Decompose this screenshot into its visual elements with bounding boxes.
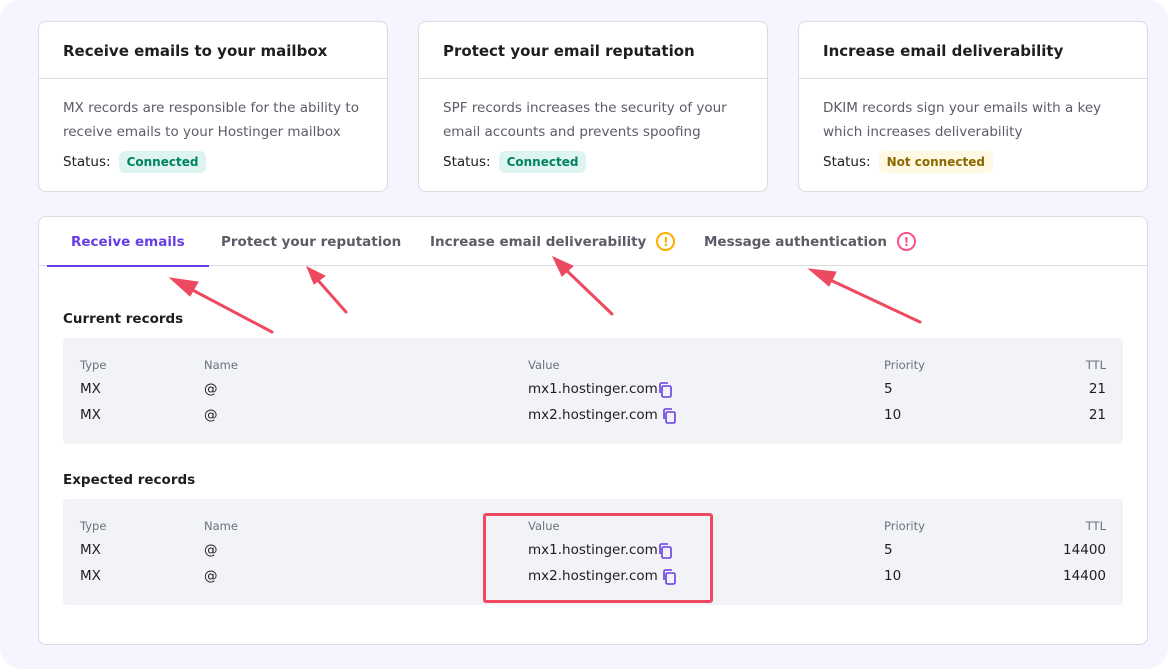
annotation-arrow-4-head xyxy=(807,268,837,287)
annotation-arrow-3 xyxy=(562,266,614,316)
annotation-arrow-2 xyxy=(314,276,348,314)
annotation-arrow-1-head xyxy=(168,277,199,297)
annotation-arrow-1 xyxy=(183,284,274,334)
annotation-arrows xyxy=(168,255,922,334)
annotation-arrow-4 xyxy=(824,276,922,324)
page-background: Receive emails to your mailbox MX record… xyxy=(0,0,1168,669)
annotation-arrow-2-head xyxy=(306,265,326,285)
